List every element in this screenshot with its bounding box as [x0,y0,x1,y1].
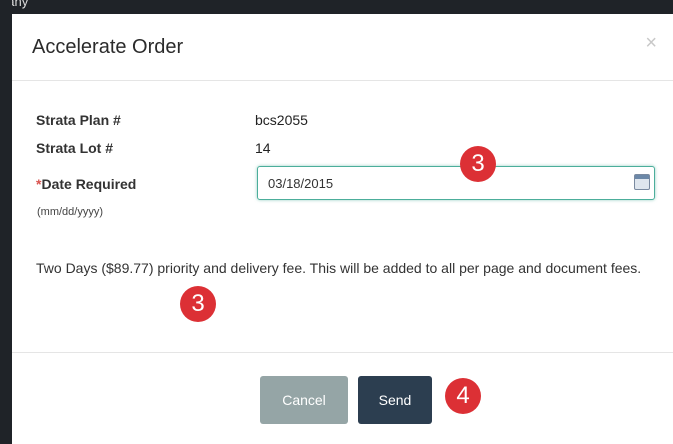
strata-lot-label: Strata Lot # [36,140,114,156]
step-marker-send: 4 [445,378,481,414]
date-required-value[interactable]: 03/18/2015 [268,176,333,191]
strata-plan-label: Strata Plan # [36,112,121,128]
strata-lot-value: 14 [255,140,271,156]
send-button[interactable]: Send [358,376,432,424]
date-required-input[interactable]: 03/18/2015 [257,166,655,200]
accelerate-order-dialog: Accelerate Order × Strata Plan # bcs2055… [12,14,673,444]
step-marker-date: 3 [460,146,496,182]
calendar-icon[interactable] [634,174,650,190]
date-required-label: *Date Required [36,176,136,192]
dialog-header: Accelerate Order × [12,14,673,81]
step-marker-fee: 3 [180,286,216,322]
strata-plan-value: bcs2055 [255,112,308,128]
fee-notice: Two Days ($89.77) priority and delivery … [36,260,642,276]
cancel-button[interactable]: Cancel [260,376,348,424]
date-format-hint: (mm/dd/yyyy) [37,206,103,218]
backdrop: pany [0,0,673,14]
backdrop-edge [0,0,12,444]
date-required-text: Date Required [41,176,137,192]
dialog-title: Accelerate Order [32,36,184,58]
footer-divider [12,352,673,353]
close-icon[interactable]: × [645,32,657,55]
